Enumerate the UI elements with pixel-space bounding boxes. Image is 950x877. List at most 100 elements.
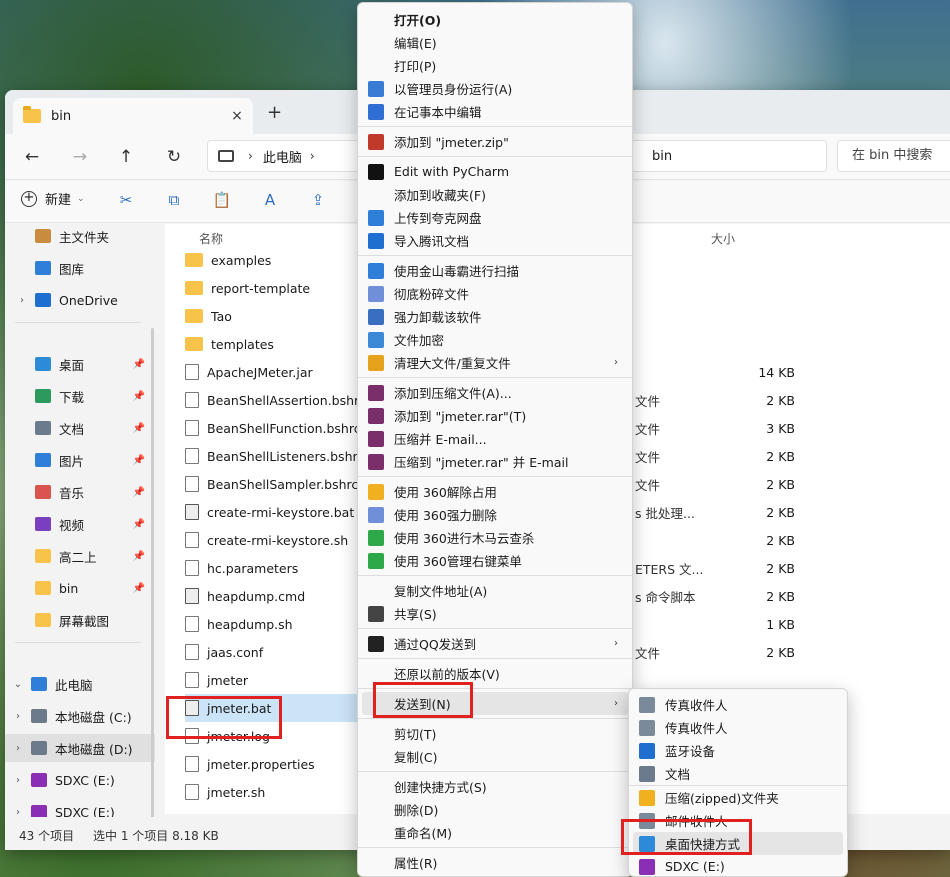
menu-item-icon	[368, 232, 384, 249]
cut-icon[interactable]: ✂	[115, 191, 137, 213]
context-menu-item[interactable]: 彻底粉碎文件	[362, 282, 628, 305]
sidebar-item[interactable]: ⌄ 此电脑	[5, 670, 155, 698]
context-menu-item[interactable]: 上传到夸克网盘	[362, 206, 628, 229]
expand-chevron-icon[interactable]: ⌄	[11, 679, 25, 690]
context-menu-item[interactable]: 清理大文件/重复文件 ›	[362, 351, 628, 374]
share-icon[interactable]: ⇪	[307, 191, 329, 213]
sidebar-item-label: 主文件夹	[59, 229, 110, 245]
context-menu-item[interactable]: 使用 360进行木马云查杀	[362, 526, 628, 549]
sidebar-item-icon	[35, 485, 51, 499]
context-menu-item[interactable]: 打开(O)	[362, 8, 628, 31]
sidebar-item[interactable]: 图库	[5, 254, 155, 282]
navigation-pane: 主文件夹图库 › OneDrive 桌面 📌 下载 📌 文档 📌 图片 📌 音乐 📌 视频 📌 高二上 📌 bin…	[5, 222, 155, 820]
menu-item-icon	[368, 285, 384, 302]
context-menu-item[interactable]: 通过QQ发送到 ›	[362, 632, 628, 655]
context-menu-item[interactable]: 在记事本中编辑	[362, 100, 628, 123]
context-menu-item[interactable]: 强力卸载该软件	[362, 305, 628, 328]
context-menu-item[interactable]: 创建快捷方式(S)	[362, 775, 628, 798]
send-to-item[interactable]: 文档	[633, 762, 843, 785]
expand-chevron-icon[interactable]: ›	[15, 295, 29, 306]
sidebar-item[interactable]: 屏幕截图	[5, 606, 155, 634]
context-menu-item[interactable]: 添加到收藏夹(F)	[362, 183, 628, 206]
sidebar-item[interactable]: 主文件夹	[5, 222, 155, 250]
context-menu-item[interactable]: 删除(D)	[362, 798, 628, 821]
sidebar-item[interactable]: 视频 📌	[5, 510, 155, 538]
context-menu-item[interactable]: 压缩并 E-mail...	[362, 427, 628, 450]
context-menu-item[interactable]: 剪切(T)	[362, 722, 628, 745]
menu-item-icon	[368, 552, 384, 569]
expand-chevron-icon[interactable]: ›	[11, 775, 25, 786]
forward-button[interactable]: →	[67, 144, 93, 170]
folder-icon	[23, 106, 41, 123]
sidebar-item[interactable]: › SDXC (E:)	[5, 766, 155, 794]
context-menu-item[interactable]: 文件加密	[362, 328, 628, 351]
file-icon	[185, 560, 199, 576]
expand-chevron-icon[interactable]: ›	[11, 711, 25, 722]
sidebar-item-icon	[35, 613, 51, 627]
breadcrumb-bin[interactable]: bin	[652, 149, 672, 164]
sidebar-item[interactable]: 文档 📌	[5, 414, 155, 442]
send-to-item[interactable]: 压缩(zipped)文件夹	[633, 786, 843, 809]
context-menu-item[interactable]: 导入腾讯文档	[362, 229, 628, 252]
sidebar-item[interactable]: 桌面 📌	[5, 350, 155, 378]
context-menu-item[interactable]: 属性(R)	[362, 851, 628, 874]
tab-close-button[interactable]: ×	[225, 108, 249, 124]
sidebar-item-icon	[31, 709, 47, 723]
sidebar-item[interactable]: bin 📌	[5, 574, 155, 602]
sidebar-item[interactable]: 音乐 📌	[5, 478, 155, 506]
submenu-chevron-icon: ›	[614, 357, 618, 368]
expand-chevron-icon[interactable]: ›	[11, 743, 25, 754]
context-menu-item[interactable]: 压缩到 "jmeter.rar" 并 E-mail	[362, 450, 628, 473]
context-menu-item[interactable]: 以管理员身份运行(A)	[362, 77, 628, 100]
search-input[interactable]: 在 bin 中搜索	[837, 140, 950, 172]
context-menu-item[interactable]: 共享(S)	[362, 602, 628, 625]
sidebar-item[interactable]: 下载 📌	[5, 382, 155, 410]
send-to-item-label: 传真收件人	[665, 698, 728, 713]
folder-icon	[185, 309, 203, 323]
menu-item-icon	[368, 666, 384, 682]
send-to-item[interactable]: 蓝牙设备	[633, 739, 843, 762]
expand-chevron-icon[interactable]: ›	[11, 807, 25, 818]
sidebar-item-icon	[35, 453, 51, 467]
sidebar-item[interactable]: 图片 📌	[5, 446, 155, 474]
context-menu-item[interactable]: 使用 360强力删除	[362, 503, 628, 526]
new-tab-button[interactable]: +	[267, 102, 282, 123]
context-menu-item[interactable]: 复制(C)	[362, 745, 628, 768]
refresh-button[interactable]: ↻	[161, 144, 187, 170]
sidebar-item[interactable]: › 本地磁盘 (C:)	[5, 702, 155, 730]
context-menu-item[interactable]: 使用金山毒霸进行扫描	[362, 259, 628, 282]
menu-item-icon	[368, 308, 384, 325]
up-button[interactable]: ↑	[113, 144, 139, 170]
menu-item-icon	[368, 583, 384, 599]
send-to-item[interactable]: 传真收件人	[633, 693, 843, 716]
breadcrumb-this-pc[interactable]: 此电脑	[263, 147, 302, 166]
context-menu-item[interactable]: 编辑(E)	[362, 31, 628, 54]
sidebar-item-icon	[35, 549, 51, 563]
context-menu-item[interactable]: 使用 360管理右键菜单	[362, 549, 628, 572]
new-button[interactable]: + 新建 ⌄	[21, 189, 85, 208]
context-menu-item[interactable]: 添加到压缩文件(A)...	[362, 381, 628, 404]
rename-icon[interactable]: A	[259, 191, 281, 213]
back-button[interactable]: ←	[19, 144, 45, 170]
sidebar-item[interactable]: › OneDrive	[5, 286, 155, 314]
context-menu-item[interactable]: 复制文件地址(A)	[362, 579, 628, 602]
context-menu-item[interactable]: 打印(P)	[362, 54, 628, 77]
paste-icon[interactable]: 📋	[211, 191, 233, 213]
context-menu-item[interactable]: 重命名(M)	[362, 821, 628, 844]
context-menu-item[interactable]: 使用 360解除占用	[362, 480, 628, 503]
copy-icon[interactable]: ⧉	[163, 191, 185, 213]
sidebar-item[interactable]: 高二上 📌	[5, 542, 155, 570]
tab-bin[interactable]: bin ×	[13, 98, 253, 134]
sidebar-item[interactable]: › 本地磁盘 (D:)	[5, 734, 155, 762]
context-menu-item[interactable]: Edit with PyCharm	[362, 160, 628, 183]
send-to-item[interactable]: SDXC (E:)	[633, 855, 843, 877]
context-menu-item[interactable]: 添加到 "jmeter.zip"	[362, 130, 628, 153]
column-header-size[interactable]: 大小	[711, 230, 735, 247]
context-menu-item[interactable]: 添加到 "jmeter.rar"(T)	[362, 404, 628, 427]
sidebar-scrollbar[interactable]	[151, 328, 154, 850]
menu-item-label: 剪切(T)	[394, 727, 437, 742]
send-to-item[interactable]: 传真收件人	[633, 716, 843, 739]
sidebar-item-label: 文档	[59, 421, 85, 437]
column-header-name[interactable]: 名称	[199, 230, 223, 247]
file-size: 2 KB	[766, 504, 795, 520]
